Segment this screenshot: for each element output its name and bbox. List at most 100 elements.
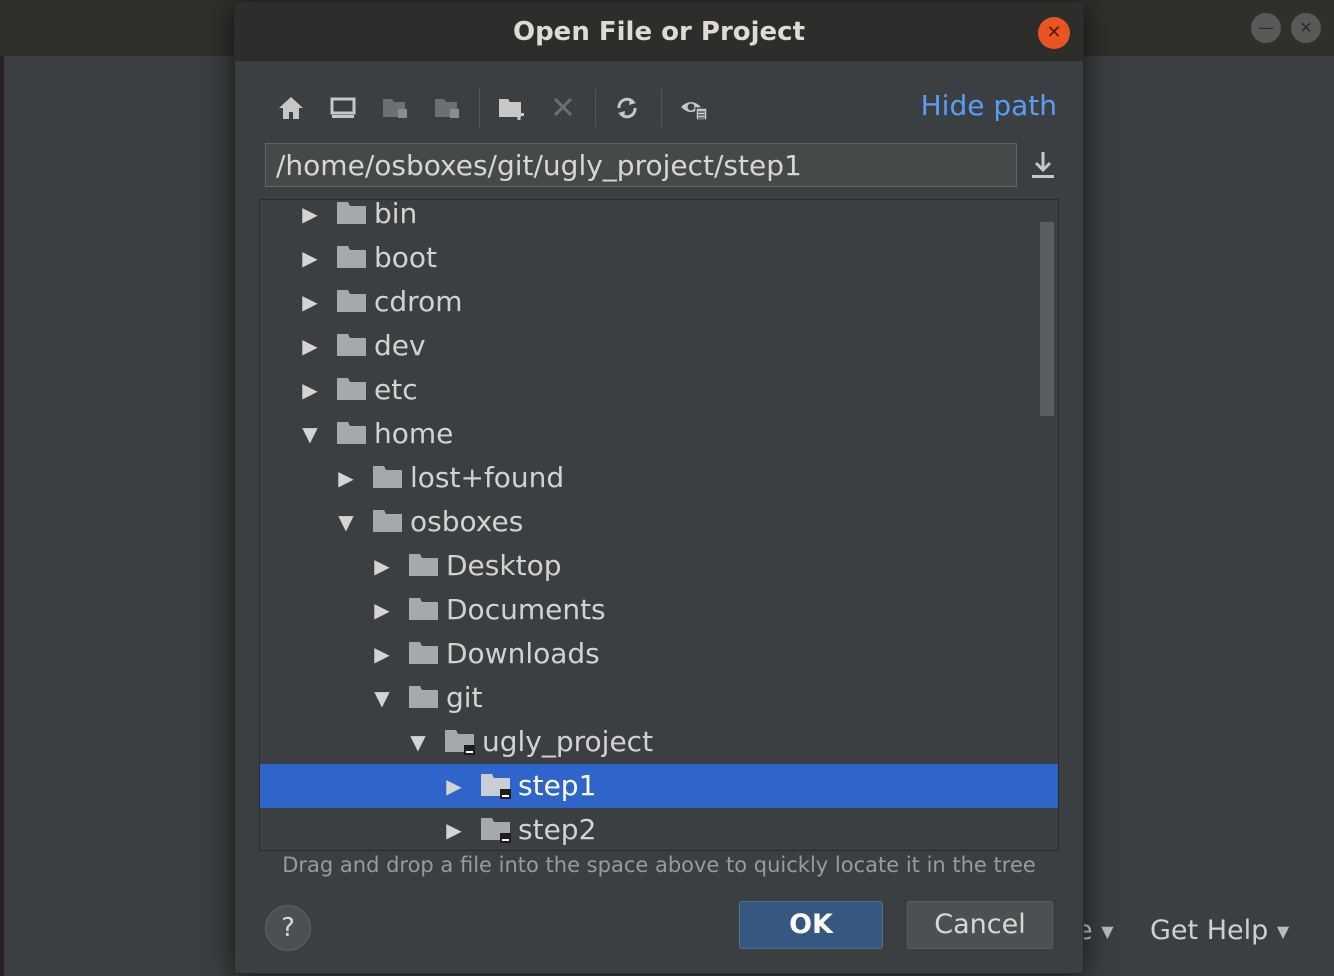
project-icon [383, 99, 407, 118]
close-icon[interactable]: ✕ [1038, 17, 1070, 49]
chevron-right-icon[interactable]: ▶ [336, 458, 356, 498]
chevron-right-icon[interactable]: ▶ [444, 766, 464, 806]
folder-icon [337, 334, 366, 356]
get-help-menu[interactable]: Get Help ▼ [1150, 915, 1289, 946]
folder-icon [337, 422, 366, 444]
desktop-icon [330, 97, 356, 118]
tree-row-label: step2 [518, 813, 597, 846]
desktop-edge [0, 56, 4, 976]
tree-row-label: Documents [446, 593, 606, 626]
delete-icon [553, 97, 573, 117]
tree-row-label: Downloads [446, 637, 600, 670]
toolbar: Hide path [265, 83, 1065, 133]
chevron-down-icon[interactable]: ▼ [300, 414, 320, 454]
tree-row[interactable]: ▶ lost+found [260, 456, 1058, 500]
folder-icon [337, 290, 366, 312]
file-tree[interactable]: ▶ bin ▶ boot ▶ cdrom ▶ dev ▶ etc ▼ home ▶ lost+found ▼… [259, 199, 1059, 851]
tree-row-label: lost+found [410, 461, 565, 494]
open-file-dialog: Open File or Project ✕ Hide path /home/o… [234, 2, 1084, 974]
home-icon [279, 97, 303, 119]
tree-row[interactable]: ▶ dev [260, 324, 1058, 368]
refresh-button[interactable] [607, 83, 647, 133]
download-button[interactable] [1029, 149, 1057, 181]
tree-row[interactable]: ▶ step1 [260, 764, 1058, 808]
folder-icon [409, 686, 438, 708]
hide-path-link[interactable]: Hide path [921, 89, 1057, 122]
delete-button [543, 83, 583, 133]
home-button[interactable] [271, 83, 311, 133]
tree-row[interactable]: ▶ Desktop [260, 544, 1058, 588]
tree-row-label: etc [374, 373, 418, 406]
tree-row-label: osboxes [410, 505, 524, 538]
cancel-button[interactable]: Cancel [907, 901, 1053, 949]
chevron-down-icon: ▼ [1101, 922, 1114, 941]
folder-icon [337, 202, 366, 224]
folder-icon [409, 598, 438, 620]
chevron-right-icon[interactable]: ▶ [300, 238, 320, 278]
chevron-right-icon[interactable]: ▶ [300, 282, 320, 322]
folder-icon [337, 246, 366, 268]
tree-row[interactable]: ▼ ugly_project [260, 720, 1058, 764]
toolbar-separator [479, 89, 480, 127]
tree-row[interactable]: ▶ boot [260, 236, 1058, 280]
refresh-icon [617, 97, 637, 119]
tree-row-label: cdrom [374, 285, 463, 318]
tree-row[interactable]: ▶ Downloads [260, 632, 1058, 676]
chevron-right-icon[interactable]: ▶ [444, 810, 464, 850]
tree-row[interactable]: ▼ osboxes [260, 500, 1058, 544]
tree-row[interactable]: ▶ Documents [260, 588, 1058, 632]
chevron-right-icon[interactable]: ▶ [372, 590, 392, 630]
minimize-icon[interactable]: — [1251, 13, 1281, 43]
tree-row-label: boot [374, 241, 438, 274]
ok-button[interactable]: OK [739, 901, 883, 949]
module-directory-button [427, 83, 467, 133]
tree-row-label: ugly_project [482, 725, 654, 758]
folder-icon [409, 642, 438, 664]
chevron-right-icon[interactable]: ▶ [300, 370, 320, 410]
module-icon [435, 99, 459, 118]
tree-row-label: git [446, 681, 483, 714]
folder-icon [409, 554, 438, 576]
tree-row-label: step1 [518, 769, 597, 802]
tree-row[interactable]: ▶ cdrom [260, 280, 1058, 324]
dialog-titlebar: Open File or Project ✕ [235, 3, 1083, 61]
new-folder-button[interactable] [491, 83, 531, 133]
show-hidden-files-button[interactable] [673, 83, 713, 133]
toolbar-separator [661, 89, 662, 127]
tree-row-label: home [374, 417, 454, 450]
chevron-down-icon[interactable]: ▼ [336, 502, 356, 542]
tree-row[interactable]: ▶ etc [260, 368, 1058, 412]
tree-row[interactable]: ▼ git [260, 676, 1058, 720]
chevron-down-icon: ▼ [1276, 922, 1290, 941]
chevron-right-icon[interactable]: ▶ [372, 546, 392, 586]
desktop-button[interactable] [323, 83, 363, 133]
tree-row-label: dev [374, 329, 426, 362]
tree-scrollbar[interactable] [1040, 222, 1054, 416]
chevron-down-icon[interactable]: ▼ [408, 722, 428, 762]
drag-drop-hint: Drag and drop a file into the space abov… [282, 853, 1036, 877]
help-button[interactable]: ? [265, 905, 311, 951]
folder-icon [337, 378, 366, 400]
chevron-right-icon[interactable]: ▶ [300, 200, 320, 234]
tree-row[interactable]: ▼ home [260, 412, 1058, 456]
chevron-right-icon[interactable]: ▶ [300, 326, 320, 366]
folder-icon [373, 466, 402, 488]
tree-row-label: Desktop [446, 549, 562, 582]
project-directory-button [375, 83, 415, 133]
folder-icon [373, 510, 402, 532]
folder-icon [481, 774, 511, 799]
dialog-title: Open File or Project [512, 17, 806, 47]
path-input[interactable]: /home/osboxes/git/ugly_project/step1 [265, 143, 1017, 187]
show-hidden-icon [681, 102, 708, 121]
download-icon [1032, 152, 1054, 178]
toolbar-separator [595, 89, 596, 127]
new-folder-icon [499, 99, 524, 120]
tree-row-label: bin [374, 199, 418, 230]
folder-icon [481, 818, 511, 843]
tree-row[interactable]: ▶ bin [260, 199, 1058, 236]
tree-row[interactable]: ▶ step2 [260, 808, 1058, 850]
chevron-right-icon[interactable]: ▶ [372, 634, 392, 674]
folder-icon [445, 730, 475, 755]
chevron-down-icon[interactable]: ▼ [372, 678, 392, 718]
close-window-icon[interactable]: ✕ [1291, 13, 1321, 43]
